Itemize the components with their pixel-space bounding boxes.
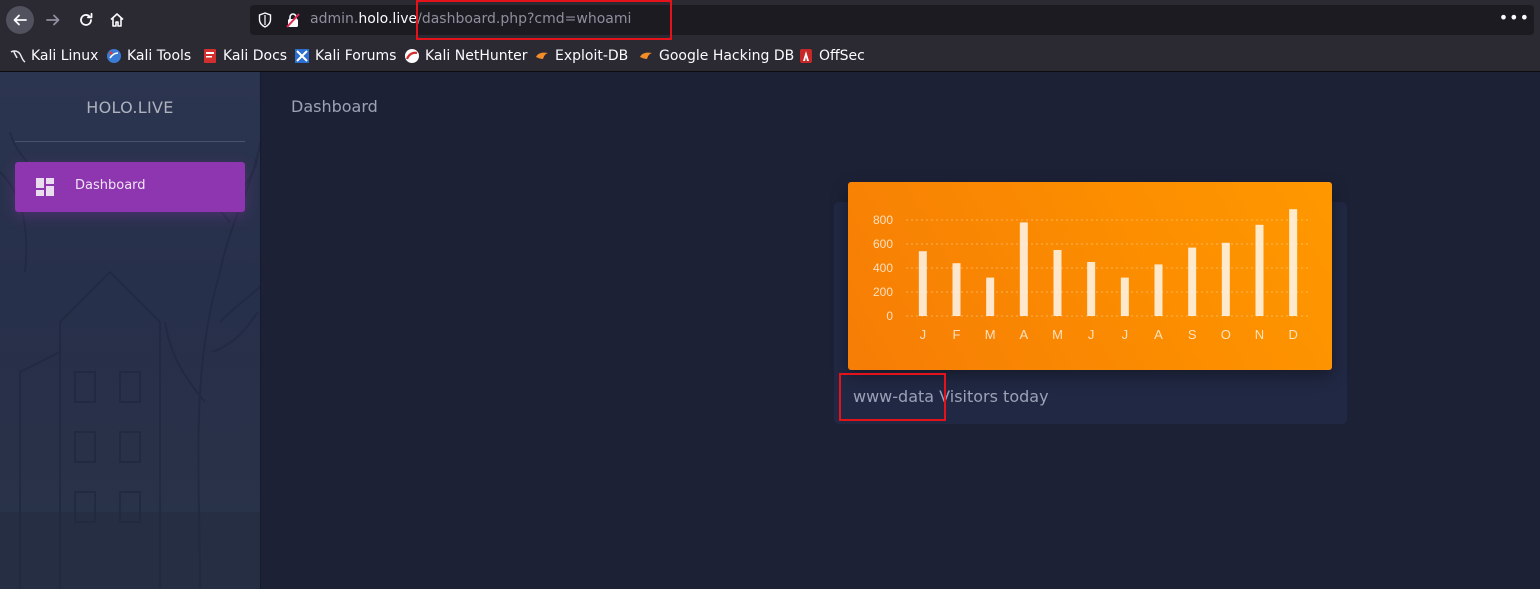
chart-bar <box>1221 242 1230 316</box>
caption-text: Visitors today <box>934 387 1049 406</box>
tracking-shield-icon[interactable] <box>258 12 272 28</box>
x-tick-label: M <box>985 327 996 342</box>
bookmark-kali-linux[interactable]: Kali Linux <box>10 47 98 65</box>
x-tick-label: A <box>1154 327 1163 342</box>
reload-button[interactable] <box>72 6 100 34</box>
page-title: Dashboard <box>291 97 378 116</box>
kali-dragon-icon <box>10 50 26 63</box>
chart-bar <box>1188 247 1197 316</box>
chart-bar <box>952 263 961 316</box>
bookmark-label: Kali Forums <box>315 48 397 64</box>
sidebar-item-label: Dashboard <box>75 178 146 193</box>
brand-logo-text[interactable]: HOLO.LIVE <box>0 98 260 117</box>
sidebar-background-image <box>0 131 260 589</box>
bookmark-exploit-db[interactable]: Exploit-DB <box>534 47 628 65</box>
bookmark-kali-tools[interactable]: Kali Tools <box>106 47 191 65</box>
sidebar-border <box>260 72 261 589</box>
home-button[interactable] <box>103 6 131 34</box>
x-tick-label: J <box>920 327 927 342</box>
url-subdomain: admin. <box>310 11 359 27</box>
chart-bar <box>986 277 995 316</box>
bookmark-label: Kali Linux <box>31 48 99 64</box>
chart-bar <box>1289 209 1298 316</box>
x-tick-label: J <box>1088 327 1095 342</box>
sidebar-item-dashboard[interactable]: Dashboard <box>15 162 245 212</box>
chart-bar <box>1087 262 1096 316</box>
y-tick-label: 0 <box>886 309 893 323</box>
chart-bar <box>1255 224 1264 316</box>
ghdb-icon <box>640 52 652 59</box>
bookmark-kali-docs[interactable]: Kali Docs <box>202 47 287 65</box>
bookmark-kali-forums[interactable]: Kali Forums <box>294 47 396 65</box>
bookmark-label: Exploit-DB <box>555 48 629 64</box>
page-actions-menu-button[interactable]: ••• <box>1499 8 1530 27</box>
home-icon <box>110 13 124 27</box>
bookmark-kali-nethunter[interactable]: Kali NetHunter <box>404 47 527 65</box>
bookmark-label: Kali NetHunter <box>425 48 528 64</box>
kali-docs-icon <box>204 49 216 63</box>
sidebar-divider <box>15 141 245 142</box>
bookmark-offsec[interactable]: OffSec <box>798 47 865 65</box>
visitors-bar-chart: 0 200 400 600 800 J F M A M J J A S O N D <box>873 209 1310 342</box>
x-tick-label: F <box>953 327 961 342</box>
kali-tools-icon <box>107 49 121 63</box>
x-tick-label: J <box>1122 327 1129 342</box>
chart-bar <box>1019 222 1028 316</box>
sidebar: HOLO.LIVE Dashboard <box>0 72 260 589</box>
offsec-icon <box>800 49 812 63</box>
x-tick-label: M <box>1052 327 1063 342</box>
dashboard-icon <box>36 178 54 196</box>
x-tick-label: N <box>1255 327 1264 342</box>
url-highlight-box <box>416 0 672 40</box>
chart-bar <box>1154 264 1163 316</box>
bookmark-label: OffSec <box>819 48 865 64</box>
back-button[interactable] <box>6 6 34 34</box>
bookmark-label: Google Hacking DB <box>659 48 795 64</box>
bookmarks-bar: Kali Linux Kali Tools Kali Docs Kali For… <box>0 40 1540 72</box>
x-tick-label: S <box>1188 327 1197 342</box>
y-tick-label: 200 <box>873 285 893 299</box>
visitors-chart-panel: 0 200 400 600 800 J F M A M J J A S O N D <box>848 182 1332 370</box>
y-tick-label: 400 <box>873 261 893 275</box>
forward-button[interactable] <box>39 6 67 34</box>
url-host: holo.live <box>358 11 418 27</box>
nethunter-icon <box>405 49 419 63</box>
arrow-left-icon <box>13 14 27 26</box>
caption-highlight-box <box>839 373 946 421</box>
bookmark-label: Kali Tools <box>127 48 192 64</box>
chart-bar <box>918 251 927 316</box>
bookmark-label: Kali Docs <box>223 48 288 64</box>
chart-bar <box>1053 250 1062 316</box>
x-tick-label: D <box>1288 327 1297 342</box>
arrow-right-icon <box>46 14 60 26</box>
insecure-lock-icon[interactable] <box>285 12 301 28</box>
kali-forums-icon <box>295 49 309 63</box>
y-tick-label: 600 <box>873 237 893 251</box>
browser-toolbar: admin.holo.live/dashboard.php?cmd=whoami… <box>0 0 1540 40</box>
bookmark-google-hacking-db[interactable]: Google Hacking DB <box>638 47 794 65</box>
exploit-db-icon <box>536 52 548 59</box>
x-tick-label: A <box>1019 327 1028 342</box>
chart-bar <box>1120 277 1129 316</box>
reload-icon <box>80 12 93 26</box>
x-tick-label: O <box>1221 327 1231 342</box>
y-tick-label: 800 <box>873 213 893 227</box>
